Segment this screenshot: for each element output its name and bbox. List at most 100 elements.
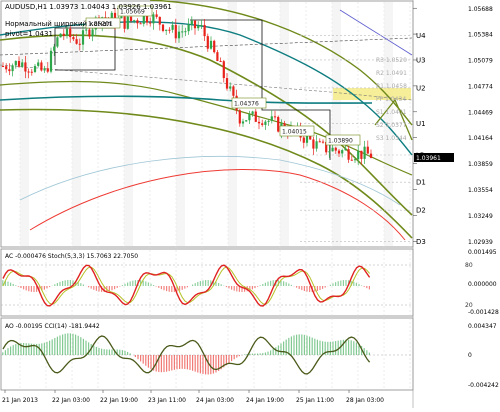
level-label: D3: [416, 238, 426, 246]
level-tag: S2 1.0377: [376, 122, 407, 129]
candle-body: [50, 51, 52, 72]
candle-body: [364, 147, 366, 159]
candle-body: [165, 30, 167, 31]
ac-bar: [65, 280, 66, 286]
candle-body: [360, 151, 362, 159]
candle-body: [322, 142, 324, 143]
ao-bar: [260, 353, 261, 355]
ao-bar: [161, 355, 162, 372]
candle-body: [197, 26, 199, 29]
candle-body: [271, 116, 273, 121]
ac-bar: [70, 280, 71, 286]
ao-bar: [28, 343, 29, 355]
ac-tick-label: -0.001428: [468, 309, 499, 316]
time-tick-label: 22 Jan 19:00: [100, 397, 138, 404]
ao-bar: [338, 341, 339, 355]
ao-bar: [127, 352, 128, 355]
ac-bar: [361, 285, 362, 286]
price-tick-label: 1.03859: [468, 161, 493, 168]
ao-bar: [187, 355, 188, 369]
session-shade: [228, 2, 237, 246]
level-tag: S1 1.0401: [376, 109, 407, 116]
ac-bar: [111, 286, 112, 290]
ao-bar: [80, 337, 81, 355]
candle-body: [248, 114, 250, 120]
ao-bar: [262, 353, 263, 355]
ao-bar: [239, 355, 240, 356]
candle-body: [239, 110, 241, 123]
ac-bar: [182, 286, 183, 290]
candle-body: [168, 30, 170, 31]
candle-body: [223, 61, 225, 78]
ao-bar: [273, 349, 274, 355]
ac-bar: [91, 286, 92, 289]
ac-bar: [306, 286, 307, 292]
ac-bar: [33, 286, 34, 292]
ao-bar: [236, 355, 237, 358]
ac-bar: [145, 281, 146, 286]
ac-bar: [291, 285, 292, 286]
ac-bar: [340, 281, 341, 286]
session-shade: [332, 2, 341, 246]
candle-body: [152, 14, 154, 23]
ac-bar: [7, 282, 8, 286]
candle-body: [332, 148, 334, 152]
ac-bar: [44, 286, 45, 290]
price-callout-text: 1.04376: [234, 101, 259, 108]
ao-bar: [319, 341, 320, 355]
ac-bar: [135, 280, 136, 286]
ac-bar: [54, 284, 55, 286]
time-tick-label: 22 Jan 03:00: [52, 397, 90, 404]
ac-bar: [49, 286, 50, 287]
ao-bar: [122, 350, 123, 355]
ao-tick-label: 0.004347: [468, 323, 497, 330]
ao-bar: [137, 355, 138, 359]
ac-bar: [114, 286, 115, 289]
level-label: U4: [416, 32, 426, 40]
candle-body: [18, 61, 20, 67]
candle-body: [252, 112, 254, 114]
ao-bar: [202, 355, 203, 374]
ac-bar: [231, 286, 232, 290]
ac-bar: [28, 286, 29, 291]
ao-tick-label: -0.004242: [468, 382, 499, 389]
ao-bar: [171, 355, 172, 370]
level-label: U1: [416, 120, 426, 128]
level-tag: R3 1.0520: [376, 57, 407, 64]
ao-bar: [353, 341, 354, 355]
price-callout-text: 1.03890: [328, 138, 353, 145]
candle-body: [149, 23, 151, 24]
current-price-text: 1.03961: [416, 155, 441, 162]
ac-bar: [153, 285, 154, 286]
ac-bar: [31, 286, 32, 292]
candle-body: [63, 34, 65, 36]
ac-bar: [330, 285, 331, 286]
ac-bar: [353, 282, 354, 286]
candle-body: [24, 62, 26, 71]
ac-bar: [119, 286, 120, 287]
ac-bar: [366, 286, 367, 288]
ao-bar: [296, 335, 297, 355]
ac-bar: [226, 286, 227, 287]
candle-body: [210, 41, 212, 49]
ao-bar: [306, 336, 307, 355]
ao-bar: [57, 337, 58, 355]
candle-body: [21, 62, 23, 66]
ac-bar: [98, 286, 99, 292]
candle-body: [47, 68, 49, 71]
ac-bar: [57, 283, 58, 286]
session-shade: [176, 2, 185, 246]
candle-body: [37, 62, 39, 65]
ao-bar: [70, 333, 71, 355]
candle-body: [274, 116, 276, 117]
candle-body: [357, 151, 359, 159]
ao-bar: [169, 355, 170, 371]
ao-bar: [254, 354, 255, 355]
stoch-level-label: 80: [465, 262, 473, 269]
candle-body: [172, 25, 174, 30]
candle-body: [319, 141, 321, 142]
ao-bar: [210, 355, 211, 374]
ac-bar: [335, 282, 336, 286]
ac-bar: [187, 286, 188, 287]
ac-bar: [150, 284, 151, 286]
